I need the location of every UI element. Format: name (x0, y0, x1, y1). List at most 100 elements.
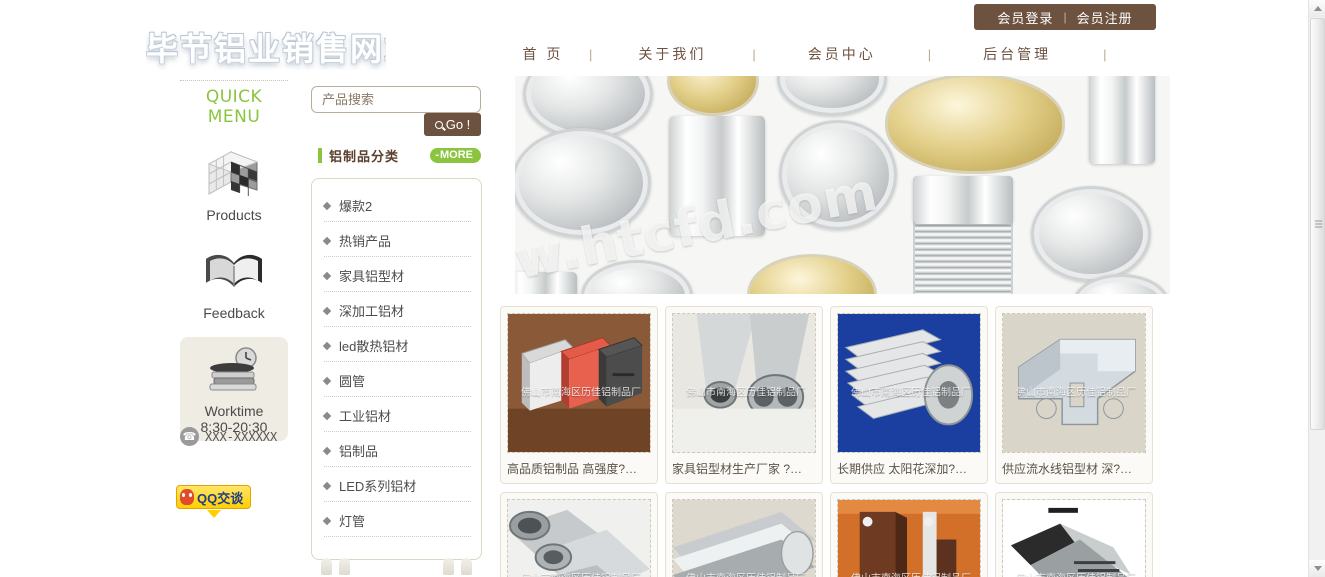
category-item-3[interactable]: 家具铝型材 (322, 263, 471, 292)
search-input[interactable] (320, 91, 472, 108)
quick-menu-label-feedback: Feedback (203, 305, 265, 321)
nav-item-about[interactable]: 关于我们 (592, 44, 752, 64)
category-item-label: 爆款2 (339, 199, 373, 214)
nav-separator: | (1103, 46, 1107, 62)
diamond-bullet-icon (322, 376, 332, 385)
banner-can (669, 116, 765, 236)
product-image: 佛山市南海区历佳铝制品厂 (507, 313, 651, 453)
hero-banner[interactable]: www.htcfd.com (515, 76, 1170, 294)
category-item-label: led散热铝材 (339, 339, 409, 354)
search-icon (434, 120, 443, 129)
scrollbar-up-button[interactable] (1309, 0, 1325, 17)
diamond-bullet-icon (322, 516, 332, 525)
category-item-4[interactable]: 深加工铝材 (322, 298, 471, 327)
category-item-label: 工业铝材 (339, 409, 392, 424)
banner-can (777, 76, 887, 116)
banner-can (515, 128, 651, 238)
scrollbar-grip-icon (1315, 220, 1322, 228)
category-item-label: 灯管 (339, 514, 366, 529)
quick-menu-item-products[interactable]: Products (180, 141, 288, 229)
product-card[interactable]: 佛山市南海区历佳铝制品厂 (500, 492, 658, 577)
product-card[interactable]: 佛山市南海区历佳铝制品厂 (995, 492, 1153, 577)
quick-menu-item-worktime[interactable]: Worktime 8:30-20:30 (180, 337, 288, 441)
qq-penguin-icon (180, 489, 194, 505)
main-nav: 首 页 | 关于我们 | 会员中心 | 后台管理 | (497, 44, 1107, 64)
quick-menu-item-feedback[interactable]: Feedback (180, 239, 288, 327)
scrollbar-down-button[interactable] (1309, 560, 1325, 577)
product-image: 佛山市南海区历佳铝制品厂 (672, 499, 816, 577)
product-grid: 佛山市南海区历佳铝制品厂 高品质铝制品 高强度?… 佛山市南海区历佳铝制品厂 家… (500, 306, 1180, 577)
contact-phone: ☎ XXX-XXXXXX (180, 427, 277, 446)
category-title: 铝制品分类 (329, 148, 400, 164)
product-image: 佛山市南海区历佳铝制品厂 (1002, 499, 1146, 577)
member-login-link[interactable]: 会员登录 (997, 8, 1053, 27)
product-card[interactable]: 佛山市南海区历佳铝制品厂 供应流水线铝型材 深?… (995, 306, 1153, 484)
category-panel-feet (311, 558, 482, 576)
category-item-label: 深加工铝材 (339, 304, 405, 319)
diamond-bullet-icon (322, 201, 332, 210)
category-item-label: 热销产品 (339, 234, 392, 249)
banner-can (667, 76, 759, 116)
banner-can (885, 76, 1065, 174)
category-item-10[interactable]: 灯管 (322, 508, 471, 537)
category-more-button[interactable]: MORE (430, 147, 481, 163)
qq-chat-button[interactable]: QQ交谈 (176, 485, 251, 518)
diamond-bullet-icon (322, 306, 332, 315)
category-item-label: 铝制品 (339, 444, 379, 459)
category-item-8[interactable]: 铝制品 (322, 438, 471, 467)
category-item-9[interactable]: LED系列铝材 (322, 473, 471, 502)
category-list: 爆款2 热销产品 家具铝型材 深加工铝材 led散热铝材 圆管 工业铝材 铝制品… (311, 178, 482, 560)
product-caption: 家具铝型材生产厂家 ?… (672, 462, 803, 476)
rubiks-cube-icon (180, 147, 288, 203)
banner-can (747, 254, 877, 294)
product-caption: 高品质铝制品 高强度?… (507, 462, 638, 476)
product-card[interactable]: 佛山市南海区历佳铝制品厂 高品质铝制品 高强度?… (500, 306, 658, 484)
panel-foot-icon (321, 558, 332, 575)
qq-bubble-tail (207, 510, 221, 518)
nav-item-admin[interactable]: 后台管理 (931, 44, 1103, 64)
category-header: 铝制品分类 MORE (318, 145, 481, 165)
category-item-label: LED系列铝材 (339, 479, 417, 494)
diamond-bullet-icon (322, 446, 332, 455)
product-image: 佛山市南海区历佳铝制品厂 (1002, 313, 1146, 453)
product-card[interactable]: 佛山市南海区历佳铝制品厂 (665, 492, 823, 577)
member-register-link[interactable]: 会员注册 (1077, 8, 1133, 27)
search-go-label: Go ! (445, 117, 471, 132)
quick-menu-divider (180, 80, 288, 81)
banner-can (913, 176, 1013, 224)
category-item-2[interactable]: 热销产品 (322, 228, 471, 257)
search-box[interactable] (311, 86, 481, 113)
banner-can (1031, 186, 1151, 282)
product-card[interactable]: 佛山市南海区历佳铝制品厂 家具铝型材生产厂家 ?… (665, 306, 823, 484)
search-go-button[interactable]: Go ! (424, 113, 481, 136)
panel-foot-icon (443, 558, 454, 575)
vertical-scrollbar[interactable] (1308, 0, 1325, 577)
product-card[interactable]: 佛山市南海区历佳铝制品厂 (830, 492, 988, 577)
panel-foot-icon (339, 558, 350, 575)
category-item-1[interactable]: 爆款2 (322, 193, 471, 222)
product-image: 佛山市南海区历佳铝制品厂 (507, 499, 651, 577)
category-item-7[interactable]: 工业铝材 (322, 403, 471, 432)
qq-chat-label: QQ交谈 (197, 490, 244, 506)
category-accent-bar (318, 147, 322, 163)
phone-icon: ☎ (180, 427, 199, 446)
books-clock-icon (180, 343, 288, 399)
nav-item-member[interactable]: 会员中心 (756, 44, 928, 64)
category-item-5[interactable]: led散热铝材 (322, 333, 471, 362)
product-image: 佛山市南海区历佳铝制品厂 (837, 499, 981, 577)
category-item-label: 圆管 (339, 374, 366, 389)
quick-menu-label-products: Products (206, 207, 262, 223)
diamond-bullet-icon (322, 481, 332, 490)
chevron-down-icon (1313, 566, 1322, 571)
scrollbar-thumb[interactable] (1310, 18, 1325, 430)
panel-foot-icon (461, 558, 472, 575)
nav-item-home[interactable]: 首 页 (497, 44, 589, 64)
quick-menu-title: QUICK MENU (205, 87, 263, 127)
product-card[interactable]: 佛山市南海区历佳铝制品厂 长期供应 太阳花深加?… (830, 306, 988, 484)
page-root: 会员登录 | 会员注册 毕节铝业销售网站 首 页 | 关于我们 | 会员中心 |… (0, 0, 1325, 577)
chevron-up-icon (1313, 6, 1322, 11)
product-image: 佛山市南海区历佳铝制品厂 (672, 313, 816, 453)
category-item-6[interactable]: 圆管 (322, 368, 471, 397)
site-title: 毕节铝业销售网站 (146, 31, 386, 67)
product-caption: 供应流水线铝型材 深?… (1002, 462, 1133, 476)
